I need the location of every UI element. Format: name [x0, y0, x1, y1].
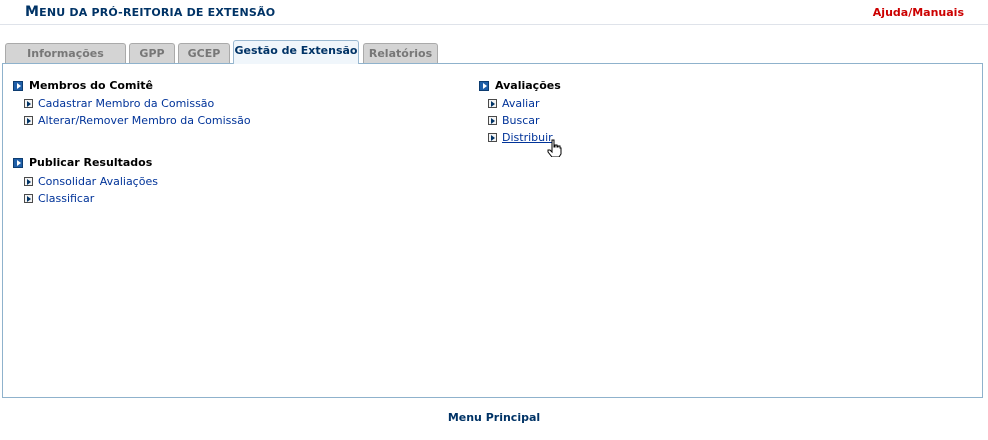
- menu-item-distribuir[interactable]: Distribuir: [488, 131, 553, 145]
- section-bullet-icon: [479, 81, 489, 91]
- section-avaliacoes: Avaliações: [479, 79, 561, 93]
- tab-gcep[interactable]: GCEP: [178, 43, 230, 63]
- help-manuals-link[interactable]: Ajuda/Manuais: [873, 6, 964, 19]
- menu-item-alterar-remover-membro[interactable]: Alterar/Remover Membro da Comissão: [24, 114, 251, 128]
- hand-pointer-cursor-icon: [547, 139, 562, 157]
- arrow-right-icon: [488, 133, 497, 142]
- header-bar: Menu da Pró-Reitoria de Extensão Ajuda/M…: [0, 0, 988, 25]
- arrow-right-icon: [488, 116, 497, 125]
- tab-gestao-de-extensao[interactable]: Gestão de Extensão: [233, 40, 359, 64]
- arrow-right-icon: [24, 99, 33, 108]
- menu-item-consolidar-avaliacoes[interactable]: Consolidar Avaliações: [24, 175, 158, 189]
- tab-informacoes-gerais[interactable]: Informações Gerais: [5, 43, 126, 79]
- menu-item-buscar[interactable]: Buscar: [488, 114, 540, 128]
- arrow-right-icon: [488, 99, 497, 108]
- tab-relatorios[interactable]: Relatórios: [363, 43, 438, 63]
- menu-principal-link[interactable]: Menu Principal: [0, 411, 988, 424]
- section-membros-do-comite: Membros do Comitê: [13, 79, 153, 93]
- section-bullet-icon: [13, 158, 23, 168]
- section-publicar-resultados: Publicar Resultados: [13, 156, 152, 170]
- page-title: Menu da Pró-Reitoria de Extensão: [25, 4, 276, 20]
- arrow-right-icon: [24, 194, 33, 203]
- arrow-right-icon: [24, 116, 33, 125]
- menu-item-classificar[interactable]: Classificar: [24, 192, 94, 206]
- menu-panel: Membros do Comitê Cadastrar Membro da Co…: [2, 63, 983, 398]
- tab-gpp[interactable]: GPP: [129, 43, 175, 63]
- arrow-right-icon: [24, 177, 33, 186]
- menu-item-avaliar[interactable]: Avaliar: [488, 97, 540, 111]
- section-bullet-icon: [13, 81, 23, 91]
- menu-item-cadastrar-membro[interactable]: Cadastrar Membro da Comissão: [24, 97, 214, 111]
